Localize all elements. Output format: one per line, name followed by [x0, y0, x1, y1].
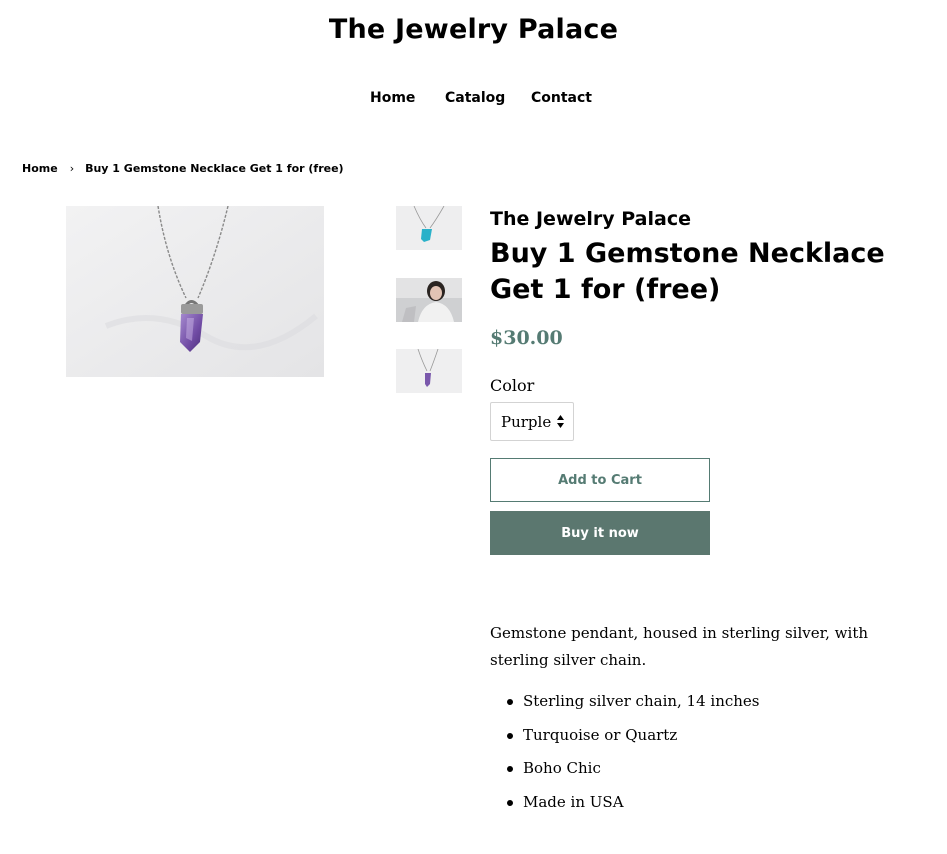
color-label: Color [490, 376, 535, 395]
product-features-list: Sterling silver chain, 14 inches Turquoi… [490, 687, 930, 821]
product-title: Buy 1 Gemstone Necklace Get 1 for (free) [490, 238, 885, 305]
list-item: Turquoise or Quartz [507, 721, 930, 755]
list-item: Sterling silver chain, 14 inches [507, 687, 930, 721]
nav-contact[interactable]: Contact [531, 90, 592, 106]
list-item: Boho Chic [507, 754, 930, 788]
product-description: Gemstone pendant, housed in sterling sil… [490, 624, 869, 669]
product-thumbnail-3[interactable] [396, 349, 462, 393]
chevron-right-icon: › [69, 162, 75, 175]
product-vendor: The Jewelry Palace [490, 208, 691, 230]
nav-home[interactable]: Home [370, 90, 415, 106]
buy-it-now-button[interactable]: Buy it now [490, 511, 710, 555]
add-to-cart-button[interactable]: Add to Cart [490, 458, 710, 502]
breadcrumb: Home › Buy 1 Gemstone Necklace Get 1 for (… [22, 162, 344, 175]
color-select-value: Purple [501, 413, 552, 431]
list-item: Made in USA [507, 788, 930, 822]
breadcrumb-home[interactable]: Home [22, 162, 58, 175]
product-main-image[interactable] [66, 206, 324, 377]
site-title[interactable]: The Jewelry Palace [0, 14, 947, 45]
product-thumbnail-1[interactable] [396, 206, 462, 250]
select-arrows-icon [557, 415, 564, 428]
nav-catalog[interactable]: Catalog [445, 90, 505, 106]
product-thumbnail-2[interactable] [396, 278, 462, 322]
color-select[interactable]: Purple [490, 402, 574, 441]
product-price: $30.00 [490, 327, 563, 349]
breadcrumb-current: Buy 1 Gemstone Necklace Get 1 for (free) [85, 162, 344, 175]
